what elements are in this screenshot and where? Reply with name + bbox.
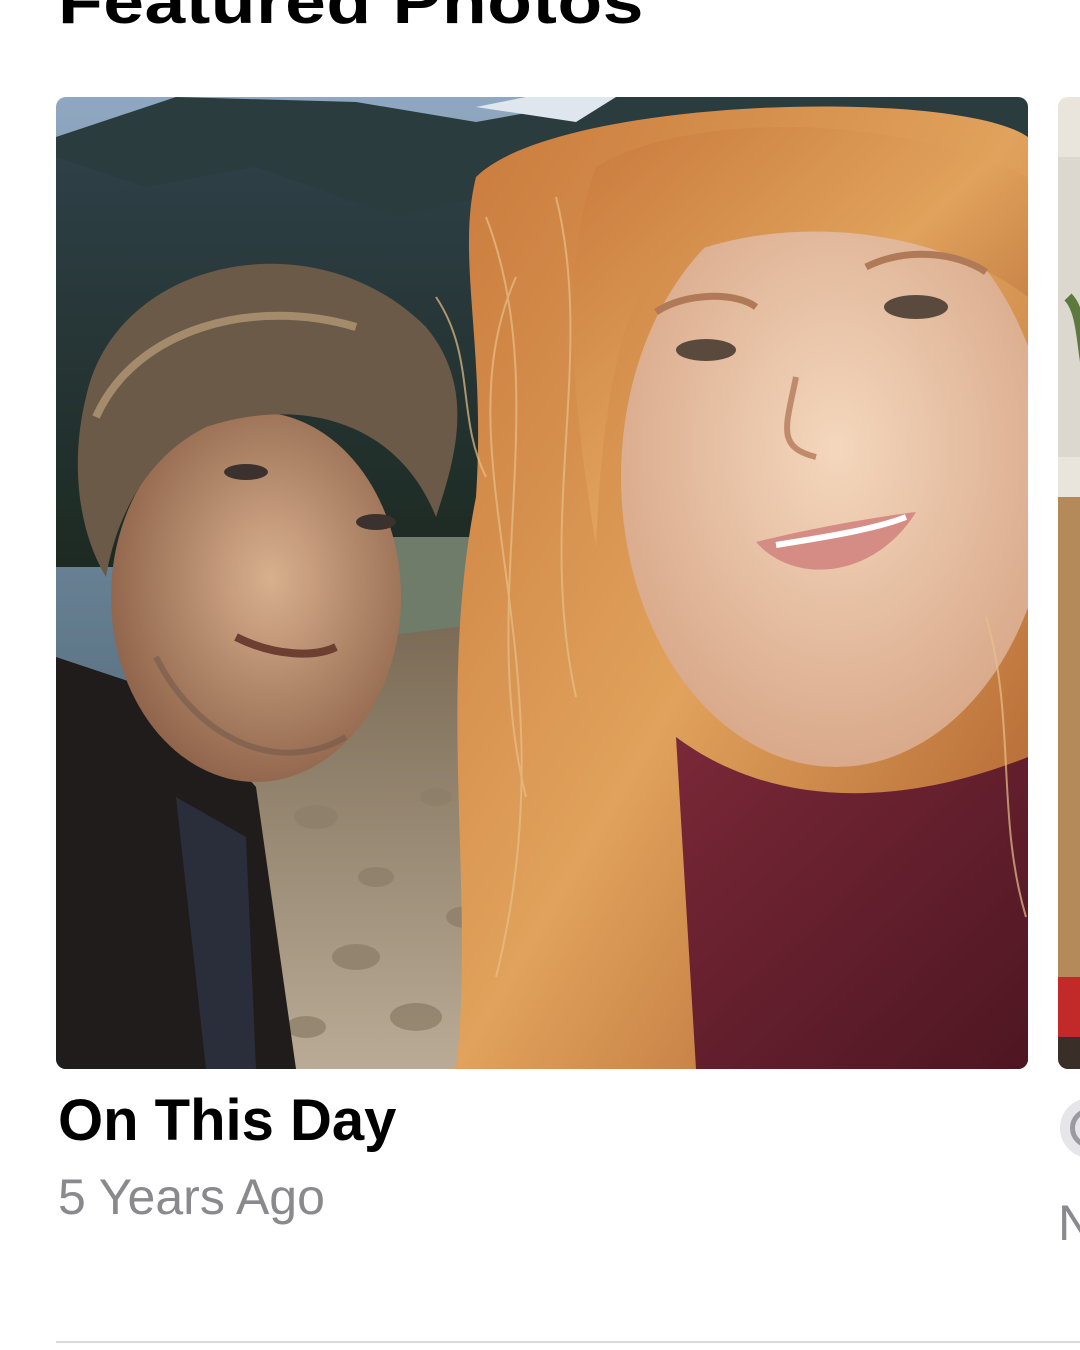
people-icon	[1060, 1098, 1080, 1158]
next-photo	[1058, 97, 1080, 1069]
next-card-title: N	[1058, 1195, 1080, 1251]
featured-photos-screen: Featured Photos N On This Day 5 Years Ag…	[0, 0, 1080, 1350]
featured-photo	[56, 97, 1028, 1069]
card-title: On This Day	[58, 1088, 397, 1153]
section-title: Featured Photos	[58, 0, 645, 37]
featured-photo-card[interactable]	[56, 97, 1028, 1069]
card-subtitle: 5 Years Ago	[58, 1169, 325, 1225]
divider	[56, 1341, 1080, 1343]
next-photo-card[interactable]	[1058, 97, 1080, 1069]
